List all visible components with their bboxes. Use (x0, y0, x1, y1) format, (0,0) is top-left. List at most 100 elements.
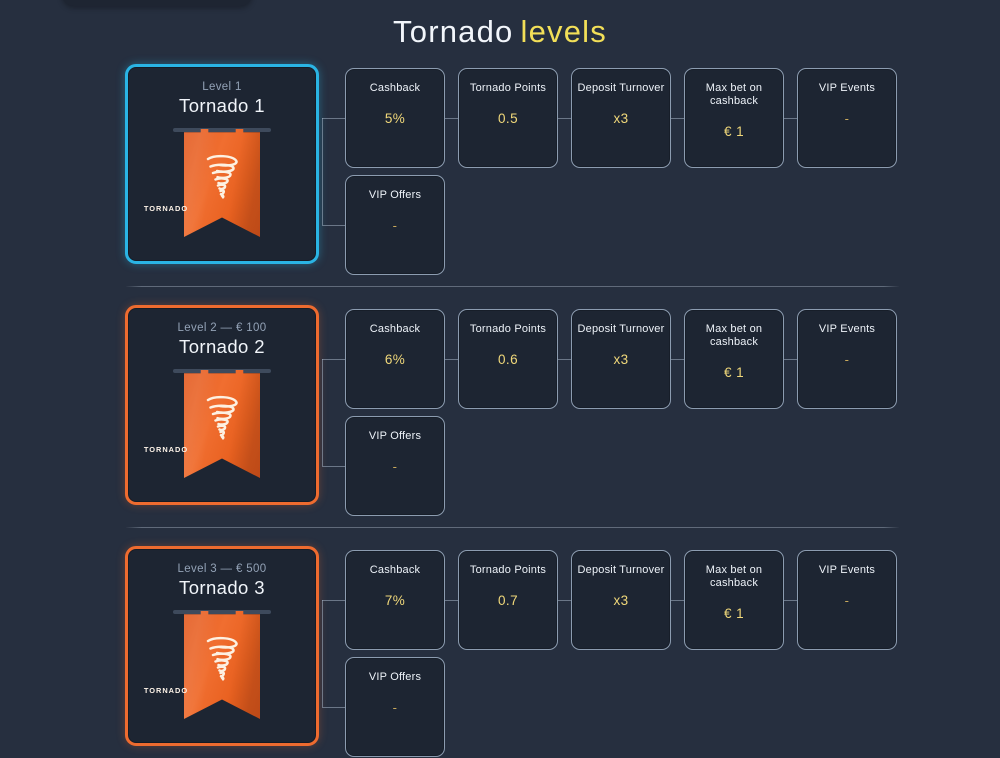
level-subtitle: Level 1 (202, 81, 242, 93)
connector-line-bottom (322, 225, 345, 226)
badge-rod-icon (173, 128, 271, 132)
stat-card-tornado-points[interactable]: Tornado Points 0.6 (458, 309, 558, 409)
stat-value: - (392, 218, 398, 233)
connector-line-vertical (322, 118, 323, 225)
stat-card-vip-events[interactable]: VIP Events - (797, 550, 897, 650)
stat-label: VIP Events (818, 564, 876, 576)
stat-label: Cashback (369, 323, 421, 335)
tornado-icon (206, 154, 238, 199)
stat-card-vip-events[interactable]: VIP Events - (797, 68, 897, 168)
connector-line-stat (671, 600, 684, 601)
stat-value: 6% (384, 352, 406, 367)
stat-value: - (844, 593, 850, 608)
stat-label: Tornado Points (469, 82, 547, 94)
tornado-icon (206, 395, 238, 440)
connector-line-top (322, 118, 345, 119)
stat-card-deposit-turnover[interactable]: Deposit Turnover x3 (571, 550, 671, 650)
connector-line-vertical (322, 359, 323, 466)
stat-label: Max bet on cashback (705, 564, 763, 589)
level-row-2: Level 2 — € 100 Tornado 2 TORNADO Cashba… (0, 286, 1000, 543)
connector-line-top (322, 600, 345, 601)
stat-card-cashback[interactable]: Cashback 6% (345, 309, 445, 409)
badge-rod-icon (173, 610, 271, 614)
stat-label: Cashback (369, 564, 421, 576)
stat-value: € 1 (724, 606, 744, 621)
level-card-2[interactable]: Level 2 — € 100 Tornado 2 TORNADO (125, 305, 319, 505)
stat-label: Deposit Turnover (577, 82, 665, 94)
stat-value: 0.5 (498, 111, 518, 126)
stat-label: VIP Events (818, 82, 876, 94)
stat-label: Tornado Points (469, 323, 547, 335)
level-card-3[interactable]: Level 3 — € 500 Tornado 3 TORNADO (125, 546, 319, 746)
stat-card-max-bet-on-cashback[interactable]: Max bet on cashback € 1 (684, 550, 784, 650)
level-name: Tornado 2 (179, 336, 265, 357)
stat-card-vip-offers[interactable]: VIP Offers - (345, 175, 445, 275)
stat-value: x3 (613, 111, 629, 126)
stat-card-max-bet-on-cashback[interactable]: Max bet on cashback € 1 (684, 309, 784, 409)
level-subtitle: Level 3 — € 500 (177, 563, 267, 575)
page-title-accent: levels (520, 14, 607, 49)
connector-line-stat (784, 600, 797, 601)
stat-card-tornado-points[interactable]: Tornado Points 0.7 (458, 550, 558, 650)
connector-line-stat (445, 359, 458, 360)
connector-line-stat (671, 118, 684, 119)
connector-line-bottom (322, 707, 345, 708)
stat-card-max-bet-on-cashback[interactable]: Max bet on cashback € 1 (684, 68, 784, 168)
stat-value: - (844, 352, 850, 367)
connector-line-stat (558, 118, 571, 119)
connector-line-stat (671, 359, 684, 360)
connector-line-stat (445, 118, 458, 119)
badge-rod-icon (173, 369, 271, 373)
connector-line-stat (558, 600, 571, 601)
stat-card-vip-offers[interactable]: VIP Offers - (345, 657, 445, 757)
stat-label: Max bet on cashback (705, 323, 763, 348)
level-badge: TORNADO (128, 126, 316, 244)
level-subtitle: Level 2 — € 100 (177, 322, 267, 334)
stat-card-vip-offers[interactable]: VIP Offers - (345, 416, 445, 516)
stat-card-cashback[interactable]: Cashback 5% (345, 68, 445, 168)
stat-value: x3 (613, 593, 629, 608)
stat-label: Max bet on cashback (705, 82, 763, 107)
level-row-1: Level 1 Tornado 1 TORNADO Cashback 5% To… (0, 62, 1000, 302)
top-panel-nub (62, 0, 252, 6)
stat-label: Cashback (369, 82, 421, 94)
stat-label: VIP Offers (368, 189, 422, 201)
connector-line-stat (784, 118, 797, 119)
stat-card-tornado-points[interactable]: Tornado Points 0.5 (458, 68, 558, 168)
banner-label: TORNADO (143, 204, 189, 213)
level-name: Tornado 3 (179, 577, 265, 598)
banner-label: TORNADO (143, 445, 189, 454)
stat-value: 0.6 (498, 352, 518, 367)
stat-card-deposit-turnover[interactable]: Deposit Turnover x3 (571, 68, 671, 168)
connector-line-top (322, 359, 345, 360)
stat-value: - (844, 111, 850, 126)
stat-value: € 1 (724, 365, 744, 380)
connector-line-stat (558, 359, 571, 360)
stat-label: VIP Offers (368, 671, 422, 683)
row-divider (126, 527, 899, 528)
row-divider (126, 286, 899, 287)
banner-label: TORNADO (143, 686, 189, 695)
stat-value: - (392, 700, 398, 715)
level-badge: TORNADO (128, 367, 316, 485)
stat-value: € 1 (724, 124, 744, 139)
page-title: Tornado levels (0, 14, 1000, 50)
stat-label: Deposit Turnover (577, 564, 665, 576)
stat-card-vip-events[interactable]: VIP Events - (797, 309, 897, 409)
stat-label: VIP Events (818, 323, 876, 335)
connector-line-stat (445, 600, 458, 601)
connector-line-vertical (322, 600, 323, 707)
stat-card-deposit-turnover[interactable]: Deposit Turnover x3 (571, 309, 671, 409)
stat-value: x3 (613, 352, 629, 367)
stat-value: 7% (384, 593, 406, 608)
stat-value: 5% (384, 111, 406, 126)
stat-value: 0.7 (498, 593, 518, 608)
tornado-icon (206, 636, 238, 681)
level-row-3: Level 3 — € 500 Tornado 3 TORNADO Cashba… (0, 527, 1000, 758)
level-name: Tornado 1 (179, 95, 265, 116)
level-card-1[interactable]: Level 1 Tornado 1 TORNADO (125, 64, 319, 264)
stat-card-cashback[interactable]: Cashback 7% (345, 550, 445, 650)
stat-label: Deposit Turnover (577, 323, 665, 335)
stat-value: - (392, 459, 398, 474)
connector-line-bottom (322, 466, 345, 467)
